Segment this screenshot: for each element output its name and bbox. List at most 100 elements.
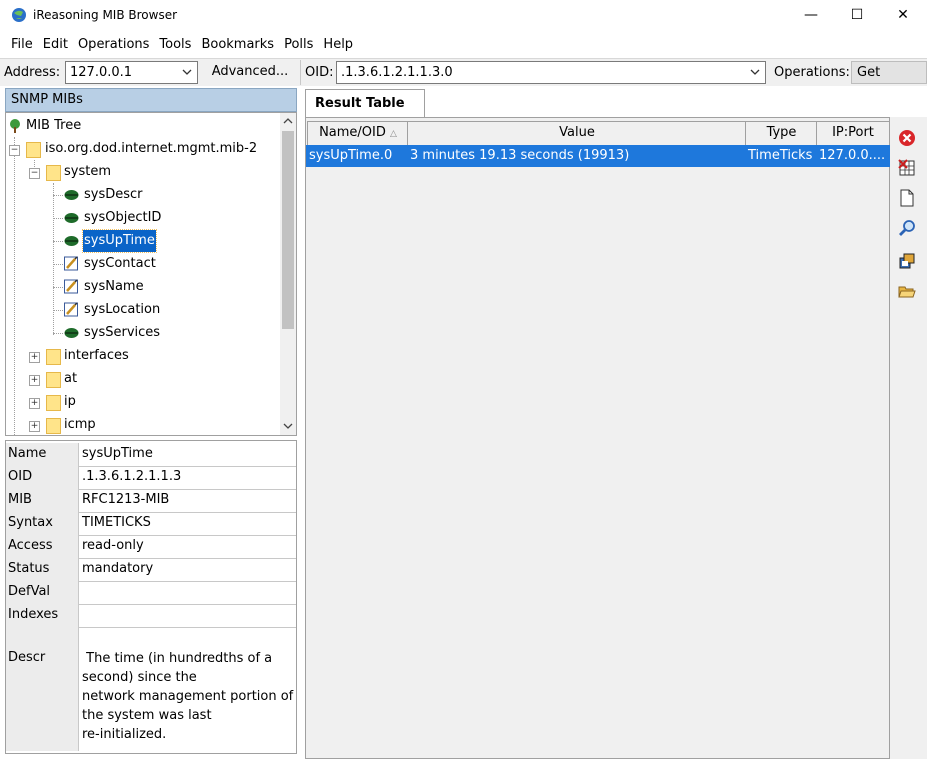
oid-combo[interactable]: .1.3.6.1.2.1.1.3.0 [336, 61, 766, 84]
prop-value: RFC1213-MIB [82, 492, 170, 507]
tree-connector [14, 137, 15, 435]
prop-value: TIMETICKS [82, 515, 151, 530]
tree-leaf-label-selected: sysUpTime [82, 229, 157, 253]
prop-value: .1.3.6.1.2.1.1.3 [82, 469, 182, 484]
column-header-name-oid[interactable]: Name/OID △ [307, 121, 409, 147]
table-cell-value[interactable]: 3 minutes 19.13 seconds (19913) [407, 145, 749, 167]
menu-help[interactable]: Help [318, 32, 358, 58]
prop-row: DefVal [6, 581, 296, 605]
collapse-icon[interactable]: − [9, 145, 20, 156]
table-cell-type[interactable]: TimeTicks [745, 145, 820, 167]
result-table-area [305, 117, 890, 759]
address-label: Address: [4, 65, 61, 80]
prop-value: sysUpTime [82, 446, 153, 461]
menu-edit[interactable]: Edit [38, 32, 73, 58]
open-folder-icon[interactable] [898, 282, 916, 300]
address-value: 127.0.0.1 [70, 65, 133, 80]
prop-value [82, 581, 294, 604]
prop-key: MIB [6, 489, 79, 512]
expand-icon[interactable]: + [29, 398, 40, 409]
prop-key: Syntax [6, 512, 79, 535]
leaf-icon [64, 328, 79, 338]
column-header-type[interactable]: Type [745, 121, 818, 147]
prop-key: Indexes [6, 604, 79, 627]
scrollbar-thumb[interactable] [282, 131, 294, 329]
oid-label: OID: [305, 65, 334, 80]
prop-key: OID [6, 466, 79, 489]
tree-icon [10, 119, 20, 133]
tree-leaf-label: sysDescr [84, 187, 143, 202]
scroll-down-icon[interactable] [282, 421, 294, 431]
descr-line: re-initialized. [82, 727, 167, 742]
oid-value: .1.3.6.1.2.1.1.3.0 [341, 65, 453, 80]
title-bar: iReasoning MIB Browser — ☐ ✕ [0, 0, 927, 32]
tab-result-table[interactable]: Result Table [305, 89, 425, 117]
column-header-value[interactable]: Value [407, 121, 747, 147]
maximize-button[interactable]: ☐ [834, 0, 880, 32]
tree-connector [53, 183, 54, 335]
folder-icon [46, 418, 61, 434]
prop-descr-value: The time (in hundredths of a second) sin… [82, 649, 294, 773]
prop-row: OID .1.3.6.1.2.1.1.3 [6, 466, 296, 490]
prop-row: Syntax TIMETICKS [6, 512, 296, 536]
expand-icon[interactable]: + [29, 352, 40, 363]
delete-icon[interactable] [898, 129, 916, 147]
chevron-down-icon [750, 69, 760, 75]
folder-icon [46, 349, 61, 365]
tree-leaf-label: sysObjectID [84, 210, 162, 225]
mib-tree[interactable]: MIB Tree − iso.org.dod.internet.mgmt.mib… [5, 112, 297, 436]
folder-icon [46, 395, 61, 411]
prop-key: Status [6, 558, 79, 581]
scroll-up-icon[interactable] [282, 116, 294, 126]
table-cell-name[interactable]: sysUpTime.0 [306, 145, 411, 167]
descr-line: the system was last [82, 708, 212, 723]
operations-combo[interactable]: Get [851, 61, 927, 84]
toolbar-divider [300, 60, 301, 85]
app-globe-icon [12, 8, 26, 22]
writable-leaf-icon [64, 256, 78, 271]
prop-value: mandatory [82, 561, 154, 576]
collapse-icon[interactable]: − [29, 168, 40, 179]
prop-row: Name sysUpTime [6, 443, 296, 467]
sort-ascending-icon: △ [390, 129, 397, 139]
prop-value [82, 604, 294, 627]
leaf-icon [64, 236, 79, 246]
expand-icon[interactable]: + [29, 375, 40, 386]
minimize-button[interactable]: — [788, 0, 834, 32]
descr-line: The time (in hundredths of a [82, 651, 273, 666]
export-icon[interactable] [898, 252, 916, 270]
menu-bookmarks[interactable]: Bookmarks [196, 32, 279, 58]
find-icon[interactable] [898, 219, 916, 237]
tree-node-label: ip [64, 394, 76, 409]
menu-file[interactable]: File [6, 32, 38, 58]
prop-row-descr: Descr The time (in hundredths of a secon… [6, 627, 296, 751]
mib-properties-table: Name sysUpTime OID .1.3.6.1.2.1.1.3 MIB RFC… [5, 440, 297, 754]
prop-row: Status mandatory [6, 558, 296, 582]
prop-row: MIB RFC1213-MIB [6, 489, 296, 513]
menu-polls[interactable]: Polls [279, 32, 318, 58]
window-title: iReasoning MIB Browser [33, 8, 178, 22]
folder-icon [46, 372, 61, 388]
menu-bar: File Edit Operations Tools Bookmarks Polls Hel… [0, 32, 927, 56]
column-header-label: Name/OID [319, 125, 386, 140]
prop-row: Access read-only [6, 535, 296, 559]
expand-icon[interactable]: + [29, 421, 40, 432]
leaf-icon [64, 213, 79, 223]
leaf-icon [64, 190, 79, 200]
clear-table-icon[interactable] [898, 159, 916, 177]
tree-leaf-label: sysLocation [84, 302, 161, 317]
menu-operations[interactable]: Operations [73, 32, 154, 58]
column-header-ipport[interactable]: IP:Port [816, 121, 890, 147]
address-combo[interactable]: 127.0.0.1 [65, 61, 198, 84]
folder-open-icon [26, 142, 41, 158]
tree-scrollbar[interactable] [280, 113, 296, 435]
descr-line: second) since the [82, 670, 197, 685]
new-document-icon[interactable] [898, 189, 916, 207]
menu-tools[interactable]: Tools [154, 32, 196, 58]
tree-leaf-label: sysServices [84, 325, 161, 340]
table-cell-ipport[interactable]: 127.0.0.... [816, 145, 892, 167]
tree-root-label: MIB Tree [26, 118, 82, 133]
close-button[interactable]: ✕ [880, 0, 926, 32]
advanced-button[interactable]: Advanced... [206, 61, 294, 84]
tree-leaf-label: sysContact [84, 256, 156, 271]
